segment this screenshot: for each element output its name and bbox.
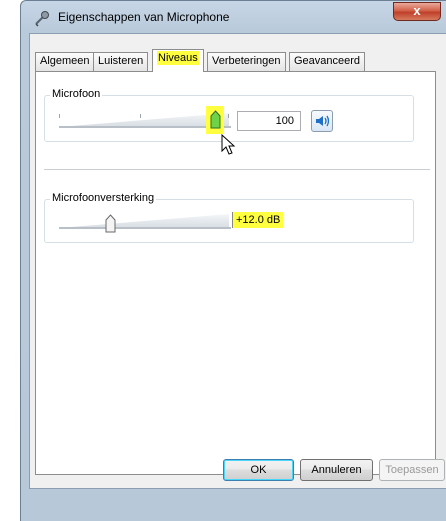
microphone-level-input[interactable]: 100 bbox=[237, 111, 301, 131]
tab-panel-niveaus: Microfoon 100 Microfoonversterking +12.0… bbox=[35, 71, 436, 475]
slider-tick bbox=[59, 114, 60, 118]
microphone-slider-thumb[interactable] bbox=[210, 110, 221, 129]
ok-button[interactable]: OK bbox=[223, 459, 294, 481]
boost-group bbox=[44, 199, 414, 243]
window-title: Eigenschappen van Microphone bbox=[58, 10, 230, 24]
boost-label: Microfoonversterking bbox=[50, 192, 157, 204]
slider-tick bbox=[140, 114, 141, 118]
microphone-label: Microfoon bbox=[50, 88, 103, 100]
tab-algemeen[interactable]: Algemeen bbox=[35, 52, 95, 71]
tab-label: Algemeen bbox=[40, 55, 90, 67]
dialog-window: Eigenschappen van Microphone x Algemeen … bbox=[20, 0, 446, 521]
boost-value: +12.0 dB bbox=[232, 212, 284, 228]
boost-slider-thumb[interactable] bbox=[105, 214, 116, 233]
section-separator bbox=[44, 169, 430, 170]
tab-geavanceerd[interactable]: Geavanceerd bbox=[289, 52, 366, 71]
tab-label: Verbeteringen bbox=[212, 55, 281, 67]
close-button[interactable]: x bbox=[393, 2, 441, 21]
cancel-button[interactable]: Annuleren bbox=[300, 459, 373, 481]
tab-label: Luisteren bbox=[98, 55, 144, 67]
title-bar[interactable]: Eigenschappen van Microphone x bbox=[21, 1, 446, 33]
microphone-icon bbox=[35, 11, 49, 27]
dialog-client-area: Algemeen Luisteren Niveaus Verbeteringen… bbox=[29, 33, 446, 489]
boost-slider-line bbox=[59, 227, 231, 230]
tab-luisteren[interactable]: Luisteren bbox=[93, 52, 149, 71]
window-bottom-border bbox=[29, 489, 446, 497]
mouse-cursor-icon bbox=[221, 134, 236, 155]
tab-niveaus[interactable]: Niveaus bbox=[152, 49, 204, 72]
apply-button[interactable]: Toepassen bbox=[379, 459, 445, 481]
tab-label: Niveaus bbox=[157, 51, 199, 65]
tab-label: Geavanceerd bbox=[294, 55, 361, 67]
tab-verbeteringen[interactable]: Verbeteringen bbox=[207, 52, 286, 71]
speaker-icon bbox=[316, 115, 330, 127]
mute-button[interactable] bbox=[311, 110, 333, 132]
slider-tick bbox=[228, 114, 229, 118]
